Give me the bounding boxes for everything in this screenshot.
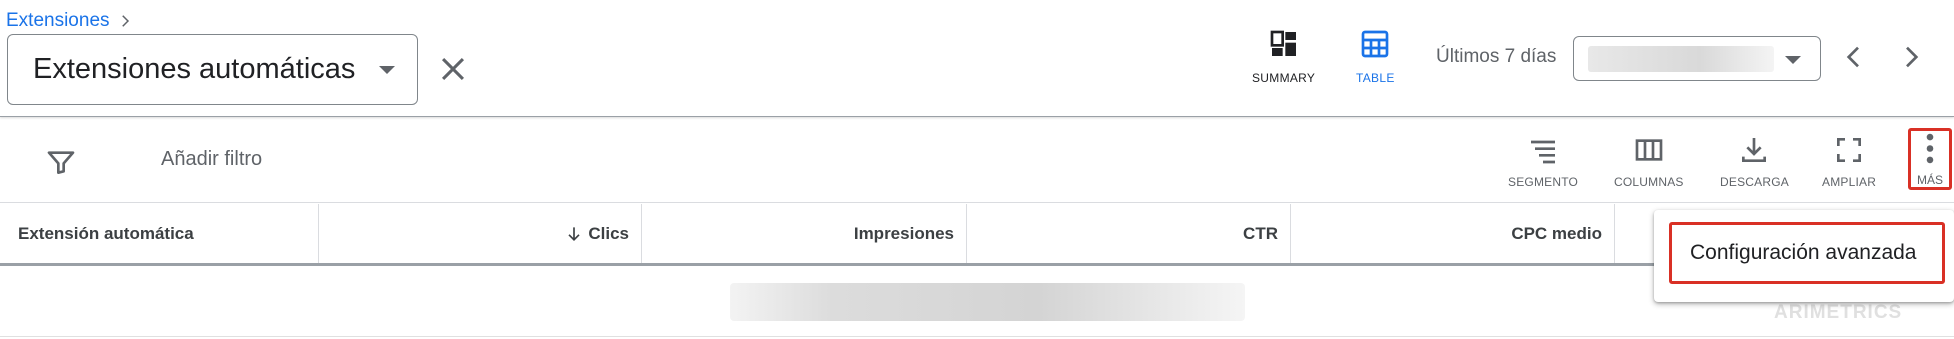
expand-label: AMPLIAR [1822,175,1877,189]
summary-icon [1270,30,1296,56]
more-options-menu: Configuración avanzada [1654,210,1954,302]
sort-descending-icon [568,226,580,241]
breadcrumb-link-extensions[interactable]: Extensiones [6,10,110,32]
download-button[interactable]: DESCARGA [1720,134,1789,189]
filter-icon[interactable] [45,146,77,178]
more-button[interactable]: MÁS [1908,128,1952,190]
date-range-value-redacted [1588,46,1774,72]
date-range-select[interactable] [1573,36,1821,81]
column-header-ctr[interactable]: CTR [967,204,1291,263]
more-label: MÁS [1916,173,1943,187]
table-label: TABLE [1356,71,1395,85]
summary-label: SUMMARY [1252,71,1316,85]
watermark: ARIMETRICS [1774,302,1903,323]
summary-view-button[interactable]: SUMMARY [1252,28,1315,85]
menu-item-advanced-settings[interactable]: Configuración avanzada [1669,222,1945,284]
fullscreen-icon [1837,138,1862,162]
download-label: DESCARGA [1720,175,1789,189]
close-icon[interactable] [436,52,470,86]
table-icon [1361,30,1389,58]
segment-button[interactable]: SEGMENTO [1508,134,1578,189]
row-content-redacted [730,283,1245,321]
date-range-label: Últimos 7 días [1436,46,1557,67]
column-header-extension[interactable]: Extensión automática [0,204,319,263]
column-header-impressions[interactable]: Impresiones [642,204,967,263]
column-header-avg-cpc[interactable]: CPC medio [1291,204,1615,263]
column-header-clicks[interactable]: Clics [319,204,642,263]
columns-label: COLUMNAS [1614,175,1684,189]
columns-icon [1635,139,1663,161]
download-icon [1742,138,1767,162]
table-view-button[interactable]: TABLE [1356,28,1395,85]
more-vert-icon [1926,133,1934,164]
previous-period-icon[interactable] [1838,41,1870,73]
segment-icon [1531,140,1556,164]
table-toolbar: Añadir filtro SEGMENTO COLUMNAS DESCARGA… [0,118,1954,203]
columns-button[interactable]: COLUMNAS [1614,134,1684,189]
extension-type-picker[interactable]: Extensiones automáticas [7,34,418,105]
add-filter-button[interactable]: Añadir filtro [161,148,262,171]
dropdown-caret-icon [379,66,395,74]
breadcrumb: Extensiones [6,10,134,32]
expand-button[interactable]: AMPLIAR [1822,134,1876,189]
segment-label: SEGMENTO [1508,175,1579,189]
dropdown-caret-icon [1785,56,1801,64]
chevron-right-icon [121,15,129,27]
picker-value: Extensiones automáticas [33,53,356,85]
report-header: Extensiones Extensiones automáticas SUMM… [0,0,1954,117]
next-period-icon[interactable] [1895,41,1927,73]
